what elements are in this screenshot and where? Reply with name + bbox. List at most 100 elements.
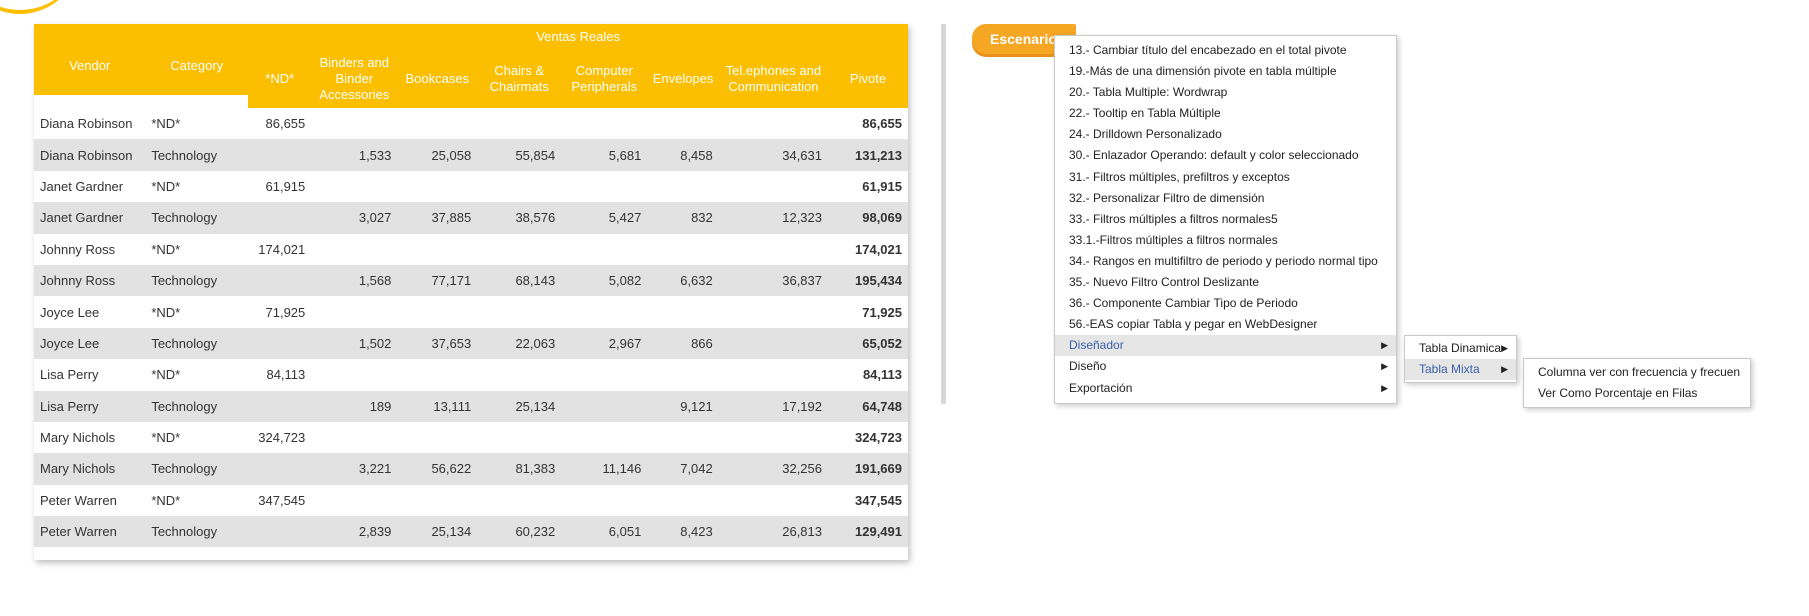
column-header-telephones[interactable]: Tel.ephones and Communication xyxy=(718,50,828,108)
menu-item[interactable]: 35.- Nuevo Filtro Control Deslizante xyxy=(1055,272,1396,293)
menu-item-label: 36.- Componente Cambiar Tipo de Periodo xyxy=(1069,296,1298,311)
column-header-chairs[interactable]: Chairs & Chairmats xyxy=(477,50,562,108)
value-cell xyxy=(561,359,647,390)
menu-item[interactable]: Diseño ▶ xyxy=(1055,356,1396,377)
value-cell: 3,027 xyxy=(311,202,398,234)
menu-item-label: 34.- Rangos en multifiltro de periodo y … xyxy=(1069,253,1378,268)
value-cell xyxy=(248,516,312,548)
tabla-mixta-menu-item[interactable]: Columna ver con frecuencia y frecuen xyxy=(1524,362,1750,383)
category-cell: *ND* xyxy=(151,241,181,257)
column-header-category[interactable]: Category xyxy=(145,37,249,95)
value-cell: 5,427 xyxy=(561,202,648,234)
tabla-mixta-menu-item-label: Columna ver con frecuencia y frecuen xyxy=(1538,365,1741,379)
value-cell: 25,134 xyxy=(397,516,478,548)
menu-item-label: 22.- Tooltip en Tabla Múltiple xyxy=(1069,106,1221,121)
value-cell xyxy=(561,422,647,453)
menu-item-label: 35.- Nuevo Filtro Control Deslizante xyxy=(1069,275,1260,290)
disenador-menu-item[interactable]: Tabla Mixta ▶ xyxy=(1405,359,1516,381)
vendor-cell: Joyce Lee xyxy=(34,327,146,360)
menu-item[interactable]: 24.- Drilldown Personalizado xyxy=(1055,124,1396,145)
category-cell: *ND* xyxy=(151,492,181,508)
value-cell: 25,058 xyxy=(397,139,478,171)
value-cell xyxy=(397,422,477,453)
value-cell xyxy=(719,485,828,516)
value-cell xyxy=(719,171,828,202)
menu-item[interactable]: 33.- Filtros múltiples a filtros normale… xyxy=(1055,209,1396,230)
tabla-mixta-menu-item[interactable]: Ver Como Porcentaje en Filas xyxy=(1524,383,1750,404)
menu-item[interactable]: Diseñador ▶ xyxy=(1055,335,1396,357)
column-header-envelopes[interactable]: Envelopes xyxy=(647,50,719,108)
value-cell: 189 xyxy=(311,390,398,422)
column-header-pivote[interactable]: Pivote xyxy=(828,50,908,108)
pivote-cell: 71,925 xyxy=(862,304,902,320)
menu-item[interactable]: Exportación ▶ xyxy=(1055,378,1396,399)
menu-item[interactable]: 56.-EAS copiar Tabla y pegar en WebDesig… xyxy=(1055,314,1396,335)
category-cell: Technology xyxy=(145,453,249,485)
column-header-bookcases[interactable]: Bookcases xyxy=(397,50,478,108)
decorative-arc xyxy=(0,0,80,14)
menu-item[interactable]: 36.- Componente Cambiar Tipo de Periodo xyxy=(1055,293,1396,314)
table-row: Mary Nichols Technology 3,221 56,622 81,383 1… xyxy=(34,453,908,485)
value-cell xyxy=(477,359,561,390)
vendor-cell: Lisa Perry xyxy=(40,367,99,383)
value-cell: 36,837 xyxy=(718,264,828,297)
pivote-cell: 84,113 xyxy=(862,367,902,383)
table-row: Johnny Ross *ND* 174,021 174,021 xyxy=(34,234,908,265)
column-header-computer-peripherals[interactable]: Computer Peripherals xyxy=(561,50,648,108)
menu-item[interactable]: 34.- Rangos en multifiltro de periodo y … xyxy=(1055,251,1396,272)
chevron-right-icon: ▶ xyxy=(1381,361,1388,372)
menu-item-label: 24.- Drilldown Personalizado xyxy=(1069,127,1222,142)
vendor-cell: Mary Nichols xyxy=(34,453,146,485)
category-cell: Technology xyxy=(145,264,249,297)
value-cell: 32,256 xyxy=(718,453,828,485)
value-cell xyxy=(311,296,397,327)
table-row: Joyce Lee Technology 1,502 37,653 22,063 2,96… xyxy=(34,327,908,360)
menu-item[interactable]: 20.- Tabla Multiple: Wordwrap xyxy=(1055,82,1396,103)
menu-item-label: 30.- Enlazador Operando: default y color… xyxy=(1069,148,1359,163)
menu-item[interactable]: 30.- Enlazador Operando: default y color… xyxy=(1055,145,1396,166)
disenador-menu-item[interactable]: Tabla Dinamica ▶ xyxy=(1405,338,1516,359)
chevron-right-icon: ▶ xyxy=(1381,382,1388,393)
value-cell xyxy=(248,264,312,297)
value-cell: 56,622 xyxy=(397,453,478,485)
value-cell xyxy=(248,453,312,485)
column-header-vendor[interactable]: Vendor xyxy=(34,37,146,95)
value-cell xyxy=(477,171,561,202)
category-cell: *ND* xyxy=(151,178,181,194)
value-cell: 1,533 xyxy=(311,139,398,171)
vendor-cell: Johnny Ross xyxy=(34,264,146,297)
menu-item-label: 32.- Personalizar Filtro de dimensión xyxy=(1069,190,1265,205)
menu-item[interactable]: 22.- Tooltip en Tabla Múltiple xyxy=(1055,103,1396,124)
value-cell: 34,631 xyxy=(718,139,828,171)
vendor-cell: Diana Robinson xyxy=(34,139,146,171)
vendor-cell: Johnny Ross xyxy=(40,241,116,257)
menu-item-label: 33.1.-Filtros múltiples a filtros normal… xyxy=(1069,232,1278,247)
value-cell: 11,146 xyxy=(561,453,648,485)
table-row: Peter Warren *ND* 347,545 347,545 xyxy=(34,485,908,516)
table-row: Janet Gardner *ND* 61,915 61,915 xyxy=(34,171,908,202)
pivot-table-panel: Ventas Reales Vendor Category *ND* Binders … xyxy=(34,24,908,560)
value-cell: 1,502 xyxy=(311,327,398,360)
menu-item[interactable]: 31.- Filtros múltiples, prefiltros y exc… xyxy=(1055,167,1396,188)
super-header-ventas-reales: Ventas Reales xyxy=(248,24,908,50)
menu-item-label: 33.- Filtros múltiples a filtros normale… xyxy=(1069,211,1278,226)
column-header-binders[interactable]: Binders and Binder Accessories xyxy=(311,50,398,108)
value-cell: 347,545 xyxy=(258,492,306,508)
pivot-table: Ventas Reales Vendor Category *ND* Binders … xyxy=(34,24,908,548)
vendor-cell: Janet Gardner xyxy=(40,178,124,194)
disenador-submenu: Tabla Dinamica ▶ Tabla Mixta ▶ xyxy=(1404,335,1517,384)
menu-item[interactable]: 33.1.-Filtros múltiples a filtros normal… xyxy=(1055,230,1396,251)
disenador-menu-item-label: Tabla Mixta xyxy=(1419,362,1480,377)
table-row: Lisa Perry *ND* 84,113 84,113 xyxy=(34,359,908,390)
column-header-nd[interactable]: *ND* xyxy=(248,50,312,108)
menu-item[interactable]: 13.- Cambiar título del encabezado en el… xyxy=(1055,40,1396,61)
table-row: Joyce Lee *ND* 71,925 71,925 xyxy=(34,296,908,327)
value-cell: 68,143 xyxy=(477,264,562,297)
vendor-cell: Mary Nichols xyxy=(40,430,116,446)
value-cell xyxy=(248,390,312,422)
menu-item[interactable]: 19.-Más de una dimensión pivote en tabla… xyxy=(1055,61,1396,82)
value-cell: 1,568 xyxy=(311,264,398,297)
value-cell: 81,383 xyxy=(477,453,562,485)
vendor-cell: Joyce Lee xyxy=(40,304,100,320)
menu-item[interactable]: 32.- Personalizar Filtro de dimensión xyxy=(1055,188,1396,209)
